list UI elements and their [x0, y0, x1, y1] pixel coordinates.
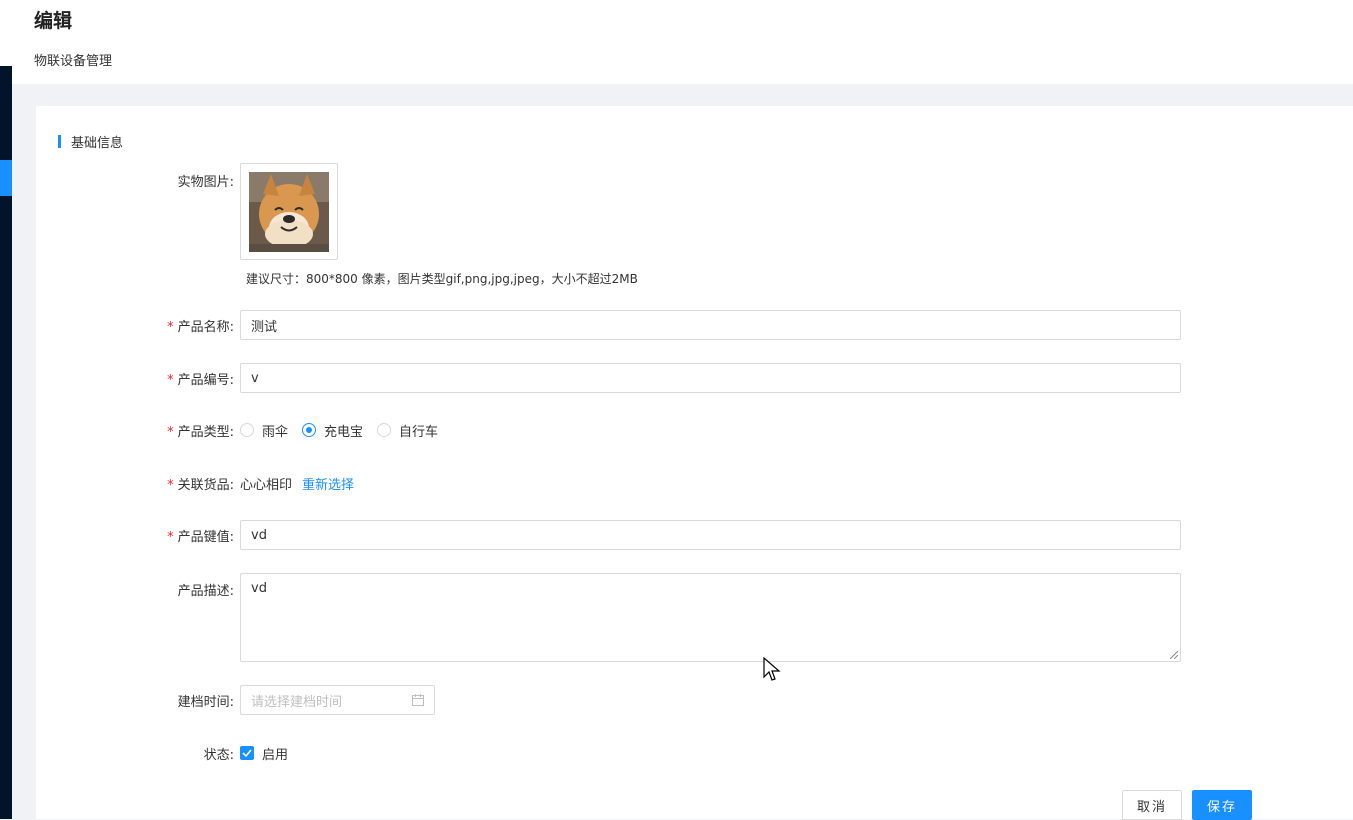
sidebar-active-indicator[interactable]	[0, 160, 12, 196]
radio-circle[interactable]	[240, 423, 254, 437]
date-row: 建档时间: 请选择建档时间	[36, 685, 435, 715]
radio-powerbank[interactable]: 充电宝	[302, 421, 363, 440]
code-row: * 产品编号: v	[36, 363, 1181, 393]
image-hint: 建议尺寸：800*800 像素，图片类型gif,png,jpg,jpeg，大小不…	[246, 272, 638, 286]
status-label: 状态:	[203, 747, 234, 763]
goods-row: * 关联货品: 心心相印 重新选择	[36, 468, 354, 498]
reselect-link[interactable]: 重新选择	[302, 474, 354, 493]
desc-label: 产品描述:	[177, 584, 234, 599]
radio-powerbank-label: 充电宝	[324, 424, 364, 440]
required-mark: *	[167, 424, 174, 440]
cursor-icon	[763, 657, 781, 681]
desc-row: 产品描述: vd	[36, 573, 1181, 662]
desc-textarea[interactable]: vd	[240, 573, 1181, 662]
desc-value: vd	[251, 581, 267, 596]
key-input[interactable]: vd	[240, 520, 1181, 550]
status-row: 状态: 启用	[36, 738, 288, 768]
name-label-text: 产品名称:	[177, 319, 234, 335]
product-image	[249, 171, 329, 252]
section-bar	[58, 135, 61, 148]
sidebar-logo-area	[0, 0, 12, 66]
code-label: * 产品编号:	[36, 369, 240, 388]
save-button[interactable]: 保存	[1192, 790, 1252, 820]
status-option-label: 启用	[262, 747, 289, 763]
image-label: 实物图片:	[177, 175, 234, 190]
name-row: * 产品名称: 测试	[36, 310, 1181, 340]
radio-bicycle[interactable]: 自行车	[377, 421, 438, 440]
radio-bicycle-label: 自行车	[399, 424, 439, 440]
required-mark: *	[167, 319, 174, 335]
sidebar-strip	[0, 0, 12, 819]
key-row: * 产品键值: vd	[36, 520, 1181, 550]
type-label-text: 产品类型:	[177, 424, 234, 440]
required-mark: *	[167, 477, 174, 493]
calendar-icon	[412, 694, 424, 706]
date-placeholder: 请选择建档时间	[251, 694, 343, 710]
goods-label: * 关联货品:	[36, 474, 240, 493]
type-radio-group: 雨伞 充电宝 自行车	[240, 421, 452, 440]
goods-value: 心心相印	[240, 477, 293, 493]
check-icon	[242, 749, 252, 757]
section-title: 基础信息	[58, 132, 123, 151]
date-label: 建档时间:	[177, 694, 234, 710]
cancel-button[interactable]: 取消	[1122, 790, 1182, 820]
type-label: * 产品类型:	[36, 421, 240, 440]
code-label-text: 产品编号:	[177, 372, 234, 388]
radio-umbrella-label: 雨伞	[262, 424, 289, 440]
radio-circle[interactable]	[377, 423, 392, 437]
resize-handle-icon[interactable]	[1170, 651, 1178, 659]
breadcrumb[interactable]: 物联设备管理	[34, 50, 112, 69]
status-checkbox[interactable]	[240, 746, 254, 760]
required-mark: *	[167, 372, 174, 388]
name-input[interactable]: 测试	[240, 310, 1181, 340]
key-label: * 产品键值:	[36, 526, 240, 545]
date-picker[interactable]: 请选择建档时间	[240, 685, 435, 715]
form-card: 基础信息 实物图片: 建议尺寸：800*800 像素，图片类型gif,png,j…	[36, 106, 1353, 820]
name-label: * 产品名称:	[36, 316, 240, 335]
section-title-text: 基础信息	[71, 136, 124, 151]
type-row: * 产品类型: 雨伞 充电宝 自行车	[36, 415, 452, 445]
required-mark: *	[167, 529, 174, 545]
image-row: 实物图片:	[36, 163, 338, 260]
image-upload[interactable]	[240, 163, 338, 260]
page-header: 编辑 物联设备管理	[12, 0, 1353, 84]
radio-umbrella[interactable]: 雨伞	[240, 421, 288, 440]
radio-circle-checked[interactable]	[302, 423, 317, 437]
key-label-text: 产品键值:	[177, 529, 234, 545]
goods-label-text: 关联货品:	[177, 477, 234, 493]
code-input[interactable]: v	[240, 363, 1181, 393]
page-title: 编辑	[34, 10, 73, 32]
